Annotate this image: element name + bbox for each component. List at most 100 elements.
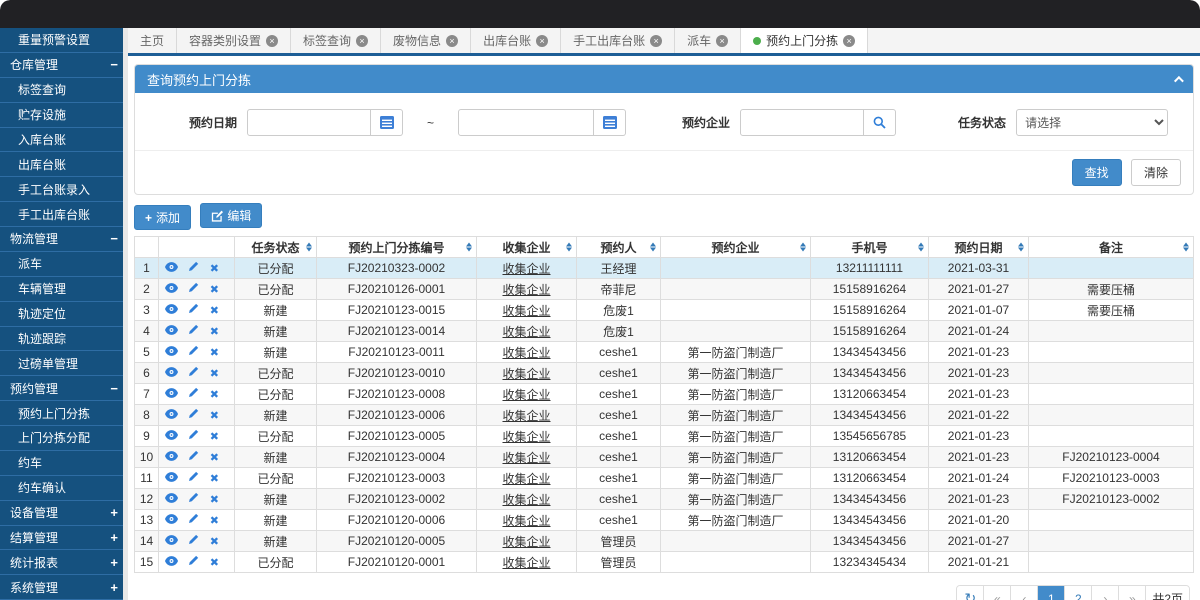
table-row[interactable]: 3 ✖ 新建 FJ20210123-0015 收集企业 危废1 15158916… xyxy=(135,300,1194,321)
close-tab-icon[interactable]: × xyxy=(843,35,855,47)
sidebar-item[interactable]: 手工出库台账 xyxy=(0,202,128,227)
task-status-select[interactable]: 请选择 xyxy=(1016,109,1168,136)
view-icon[interactable] xyxy=(165,282,178,296)
clear-button[interactable]: 清除 xyxy=(1131,159,1181,186)
table-row[interactable]: 13 ✖ 新建 FJ20210120-0006 收集企业 ceshe1 第一防盗… xyxy=(135,510,1194,531)
edit-row-icon[interactable] xyxy=(188,408,199,422)
delete-row-icon[interactable]: ✖ xyxy=(210,283,219,296)
view-icon[interactable] xyxy=(165,492,178,506)
table-column-header[interactable]: 预约日期 xyxy=(929,237,1029,258)
collector-link[interactable]: 收集企业 xyxy=(502,493,550,507)
view-icon[interactable] xyxy=(165,408,178,422)
delete-row-icon[interactable]: ✖ xyxy=(210,367,219,380)
edit-row-icon[interactable] xyxy=(188,429,199,443)
edit-row-icon[interactable] xyxy=(188,303,199,317)
sort-icon[interactable] xyxy=(918,243,924,252)
delete-row-icon[interactable]: ✖ xyxy=(210,304,219,317)
table-column-header[interactable] xyxy=(159,237,235,258)
close-tab-icon[interactable]: × xyxy=(650,35,662,47)
delete-row-icon[interactable]: ✖ xyxy=(210,451,219,464)
table-row[interactable]: 12 ✖ 新建 FJ20210123-0002 收集企业 ceshe1 第一防盗… xyxy=(135,489,1194,510)
edit-row-icon[interactable] xyxy=(188,450,199,464)
tab[interactable]: 标签查询 × xyxy=(291,28,381,53)
collector-link[interactable]: 收集企业 xyxy=(502,535,550,549)
tab[interactable]: 废物信息 × xyxy=(381,28,471,53)
edit-row-icon[interactable] xyxy=(188,345,199,359)
edit-row-icon[interactable] xyxy=(188,513,199,527)
prev-page-button[interactable]: ‹ xyxy=(1011,586,1038,600)
view-icon[interactable] xyxy=(165,513,178,527)
tab[interactable]: 出库台账 × xyxy=(471,28,561,53)
table-row[interactable]: 9 ✖ 已分配 FJ20210123-0005 收集企业 ceshe1 第一防盗… xyxy=(135,426,1194,447)
table-row[interactable]: 14 ✖ 新建 FJ20210120-0005 收集企业 管理员 1343454… xyxy=(135,531,1194,552)
sidebar-item[interactable]: 上门分拣分配 xyxy=(0,426,128,451)
table-row[interactable]: 1 ✖ 已分配 FJ20210323-0002 收集企业 王经理 1321111… xyxy=(135,258,1194,279)
collector-link[interactable]: 收集企业 xyxy=(502,451,550,465)
sort-icon[interactable] xyxy=(1018,243,1024,252)
collector-link[interactable]: 收集企业 xyxy=(502,367,550,381)
collector-link[interactable]: 收集企业 xyxy=(502,262,550,276)
edit-row-icon[interactable] xyxy=(188,471,199,485)
delete-row-icon[interactable]: ✖ xyxy=(210,409,219,422)
view-icon[interactable] xyxy=(165,261,178,275)
collector-link[interactable]: 收集企业 xyxy=(502,325,550,339)
sidebar-item[interactable]: 仓库管理 − xyxy=(0,53,128,78)
delete-row-icon[interactable]: ✖ xyxy=(210,325,219,338)
view-icon[interactable] xyxy=(165,345,178,359)
sidebar-item[interactable]: 预约上门分拣 xyxy=(0,401,128,426)
delete-row-icon[interactable]: ✖ xyxy=(210,472,219,485)
sidebar-item[interactable]: 过磅单管理 xyxy=(0,351,128,376)
collector-link[interactable]: 收集企业 xyxy=(502,346,550,360)
collector-link[interactable]: 收集企业 xyxy=(502,556,550,570)
table-row[interactable]: 15 ✖ 已分配 FJ20210120-0001 收集企业 管理员 132343… xyxy=(135,552,1194,573)
sidebar-item[interactable]: 入库台账 xyxy=(0,128,128,153)
edit-row-icon[interactable] xyxy=(188,366,199,380)
refresh-icon[interactable]: ↻ xyxy=(957,586,984,600)
sidebar-item[interactable]: 出库台账 xyxy=(0,152,128,177)
company-search-button[interactable] xyxy=(864,109,896,136)
sidebar-item[interactable]: 系统管理 + xyxy=(0,575,128,600)
collector-link[interactable]: 收集企业 xyxy=(502,388,550,402)
tab[interactable]: 主页 × xyxy=(128,28,177,53)
sidebar-scrollbar[interactable] xyxy=(123,28,128,600)
sort-icon[interactable] xyxy=(306,243,312,252)
sidebar-item[interactable]: 手工台账录入 xyxy=(0,177,128,202)
sidebar-item[interactable]: 设备管理 + xyxy=(0,501,128,526)
view-icon[interactable] xyxy=(165,471,178,485)
delete-row-icon[interactable]: ✖ xyxy=(210,346,219,359)
edit-row-icon[interactable] xyxy=(188,387,199,401)
table-row[interactable]: 4 ✖ 新建 FJ20210123-0014 收集企业 危废1 15158916… xyxy=(135,321,1194,342)
view-icon[interactable] xyxy=(165,366,178,380)
table-row[interactable]: 11 ✖ 已分配 FJ20210123-0003 收集企业 ceshe1 第一防… xyxy=(135,468,1194,489)
table-row[interactable]: 2 ✖ 已分配 FJ20210126-0001 收集企业 帝菲尼 1515891… xyxy=(135,279,1194,300)
table-column-header[interactable]: 收集企业 xyxy=(477,237,577,258)
edit-row-icon[interactable] xyxy=(188,492,199,506)
delete-row-icon[interactable]: ✖ xyxy=(210,388,219,401)
table-row[interactable]: 6 ✖ 已分配 FJ20210123-0010 收集企业 ceshe1 第一防盗… xyxy=(135,363,1194,384)
delete-row-icon[interactable]: ✖ xyxy=(210,556,219,569)
close-tab-icon[interactable]: × xyxy=(716,35,728,47)
sort-icon[interactable] xyxy=(650,243,656,252)
date-to-calendar-button[interactable] xyxy=(594,109,626,136)
sort-icon[interactable] xyxy=(1183,243,1189,252)
delete-row-icon[interactable]: ✖ xyxy=(210,535,219,548)
expand-toggle-icon[interactable]: + xyxy=(110,580,118,595)
add-button[interactable]: + 添加 xyxy=(134,205,191,230)
collector-link[interactable]: 收集企业 xyxy=(502,409,550,423)
collector-link[interactable]: 收集企业 xyxy=(502,514,550,528)
sidebar-item[interactable]: 重量预警设置 xyxy=(0,28,128,53)
search-button[interactable]: 查找 xyxy=(1072,159,1122,186)
edit-row-icon[interactable] xyxy=(188,555,199,569)
close-tab-icon[interactable]: × xyxy=(446,35,458,47)
expand-toggle-icon[interactable]: − xyxy=(110,231,118,246)
expand-toggle-icon[interactable]: + xyxy=(110,555,118,570)
table-column-header[interactable]: 手机号 xyxy=(811,237,929,258)
sidebar-item[interactable]: 轨迹定位 xyxy=(0,302,128,327)
view-icon[interactable] xyxy=(165,534,178,548)
first-page-button[interactable]: « xyxy=(984,586,1011,600)
delete-row-icon[interactable]: ✖ xyxy=(210,514,219,527)
table-column-header[interactable]: 备注 xyxy=(1029,237,1194,258)
view-icon[interactable] xyxy=(165,387,178,401)
page-button-2[interactable]: 2 xyxy=(1065,586,1092,600)
close-tab-icon[interactable]: × xyxy=(266,35,278,47)
